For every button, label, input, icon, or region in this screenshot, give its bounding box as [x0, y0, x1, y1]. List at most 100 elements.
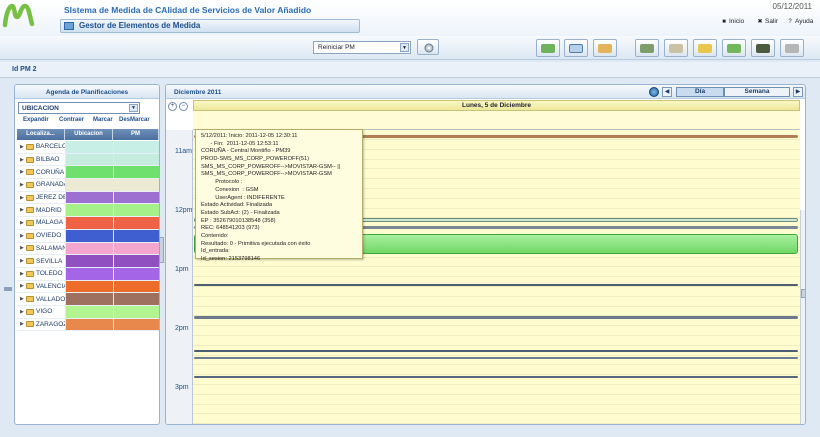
toolbar-btn-6[interactable]	[693, 39, 717, 57]
unmark-action[interactable]: DesMarcar	[119, 117, 150, 123]
column-header-location[interactable]: Localiza...	[17, 129, 65, 140]
agenda-title: Agenda de Planificaciones	[15, 85, 159, 99]
expand-toggle-icon[interactable]: ▶	[20, 144, 24, 150]
expand-toggle-icon[interactable]: ▶	[20, 157, 24, 163]
ubicacion-cell[interactable]	[65, 242, 113, 255]
pm-color-cell[interactable]	[113, 267, 159, 280]
expand-toggle-icon[interactable]: ▶	[20, 258, 24, 264]
group-by-select[interactable]: UBICACION ▼	[18, 102, 140, 114]
ubicacion-cell[interactable]	[65, 191, 113, 204]
toolbar-btn-8[interactable]	[751, 39, 775, 57]
event-bar[interactable]	[194, 350, 798, 352]
table-row[interactable]: ▶ MADRID	[17, 204, 159, 218]
toolbar-btn-9[interactable]	[780, 39, 804, 57]
pm-color-cell[interactable]	[113, 293, 159, 305]
ubicacion-cell[interactable]	[65, 267, 113, 280]
pm-color-cell[interactable]	[113, 318, 159, 331]
help-link[interactable]: ? Ayuda	[787, 18, 813, 25]
expand-toggle-icon[interactable]: ▶	[20, 220, 24, 226]
table-row[interactable]: ▶ VALENCIA	[17, 280, 159, 294]
pm-color-cell[interactable]	[113, 153, 159, 166]
week-view-tab[interactable]: Semana	[724, 87, 790, 97]
event-bar[interactable]	[194, 376, 798, 378]
table-row[interactable]: ▶ ZARAGOZ	[17, 318, 159, 332]
ubicacion-cell[interactable]	[65, 204, 113, 217]
expand-toggle-icon[interactable]: ▶	[20, 195, 24, 201]
zoom-in-icon[interactable]: +	[168, 102, 177, 111]
pm-color-cell[interactable]	[113, 141, 159, 153]
left-scrollbar-thumb[interactable]	[159, 237, 164, 263]
collapse-handle[interactable]	[4, 287, 12, 291]
collapse-action[interactable]: Contraer	[59, 117, 84, 123]
table-row[interactable]: ▶ GRANADA	[17, 179, 159, 192]
column-header-ubicacion[interactable]: Ubicacion	[65, 129, 113, 140]
ubicacion-cell[interactable]	[65, 217, 113, 229]
zoom-out-icon[interactable]: −	[179, 102, 188, 111]
calendar-scrollbar[interactable]	[800, 210, 805, 424]
ubicacion-cell[interactable]	[65, 179, 113, 191]
ubicacion-cell[interactable]	[65, 153, 113, 166]
expand-toggle-icon[interactable]: ▶	[20, 271, 24, 277]
prev-button[interactable]: ◀	[662, 87, 672, 97]
pm-color-cell[interactable]	[113, 305, 159, 318]
table-row[interactable]: ▶ VALLADO	[17, 293, 159, 306]
expand-toggle-icon[interactable]: ▶	[20, 182, 24, 188]
table-row[interactable]: ▶ OVIEDO	[17, 229, 159, 243]
pm-color-cell[interactable]	[113, 217, 159, 229]
expand-toggle-icon[interactable]: ▶	[20, 309, 24, 315]
table-row[interactable]: ▶ BARCELO	[17, 141, 159, 154]
pm-color-cell[interactable]	[113, 191, 159, 204]
home-link[interactable]: ■ Inicio	[721, 18, 744, 25]
pm-color-cell[interactable]	[113, 242, 159, 255]
expand-toggle-icon[interactable]: ▶	[20, 233, 24, 239]
toolbar-btn-5[interactable]	[664, 39, 688, 57]
execute-gear-button[interactable]	[417, 39, 439, 55]
mark-action[interactable]: Marcar	[93, 117, 113, 123]
pm-color-cell[interactable]	[113, 166, 159, 179]
expand-toggle-icon[interactable]: ▶	[20, 296, 24, 302]
table-row[interactable]: ▶ BILBAO	[17, 153, 159, 167]
pm-color-cell[interactable]	[113, 255, 159, 267]
toolbar-btn-1[interactable]	[536, 39, 560, 57]
table-row[interactable]: ▶ JEREZ DE	[17, 191, 159, 205]
tooltip-line: Estado Actividad: Finalizada	[201, 202, 273, 209]
globe-icon[interactable]	[649, 87, 659, 97]
expand-toggle-icon[interactable]: ▶	[20, 169, 24, 175]
ubicacion-cell[interactable]	[65, 318, 113, 331]
event-bar[interactable]	[194, 357, 798, 359]
toolbar-btn-7[interactable]	[722, 39, 746, 57]
table-row[interactable]: ▶ SALAMAN	[17, 242, 159, 256]
table-row[interactable]: ▶ SEVILLA	[17, 255, 159, 268]
table-row[interactable]: ▶ VIGO	[17, 305, 159, 319]
expand-toggle-icon[interactable]: ▶	[20, 321, 24, 327]
pm-color-cell[interactable]	[113, 179, 159, 191]
ubicacion-cell[interactable]	[65, 166, 113, 179]
day-view-tab[interactable]: Día	[676, 87, 724, 97]
scrollbar-thumb[interactable]	[801, 289, 805, 298]
pm-color-cell[interactable]	[113, 204, 159, 217]
table-row[interactable]: ▶ CORUÑA	[17, 166, 159, 180]
event-bar[interactable]	[194, 316, 798, 319]
column-header-pm[interactable]: PM	[113, 129, 159, 140]
ubicacion-cell[interactable]	[65, 229, 113, 242]
pm-color-cell[interactable]	[113, 280, 159, 293]
toolbar-btn-4[interactable]	[635, 39, 659, 57]
ubicacion-cell[interactable]	[65, 280, 113, 293]
toolbar-btn-2[interactable]	[564, 39, 588, 57]
action-select[interactable]: Reiniciar PM ▼	[313, 41, 411, 54]
table-row[interactable]: ▶ MALAGA	[17, 217, 159, 230]
ubicacion-cell[interactable]	[65, 255, 113, 267]
expand-toggle-icon[interactable]: ▶	[20, 245, 24, 251]
event-bar[interactable]	[194, 284, 798, 286]
ubicacion-cell[interactable]	[65, 293, 113, 305]
ubicacion-cell[interactable]	[65, 141, 113, 153]
table-row[interactable]: ▶ TOLEDO	[17, 267, 159, 281]
logout-link[interactable]: ✖ Salir	[757, 18, 778, 25]
ubicacion-cell[interactable]	[65, 305, 113, 318]
expand-toggle-icon[interactable]: ▶	[20, 283, 24, 289]
expand-toggle-icon[interactable]: ▶	[20, 207, 24, 213]
expand-action[interactable]: Expandir	[23, 117, 49, 123]
next-button[interactable]: ▶	[793, 87, 803, 97]
toolbar-btn-3[interactable]	[593, 39, 617, 57]
pm-color-cell[interactable]	[113, 229, 159, 242]
